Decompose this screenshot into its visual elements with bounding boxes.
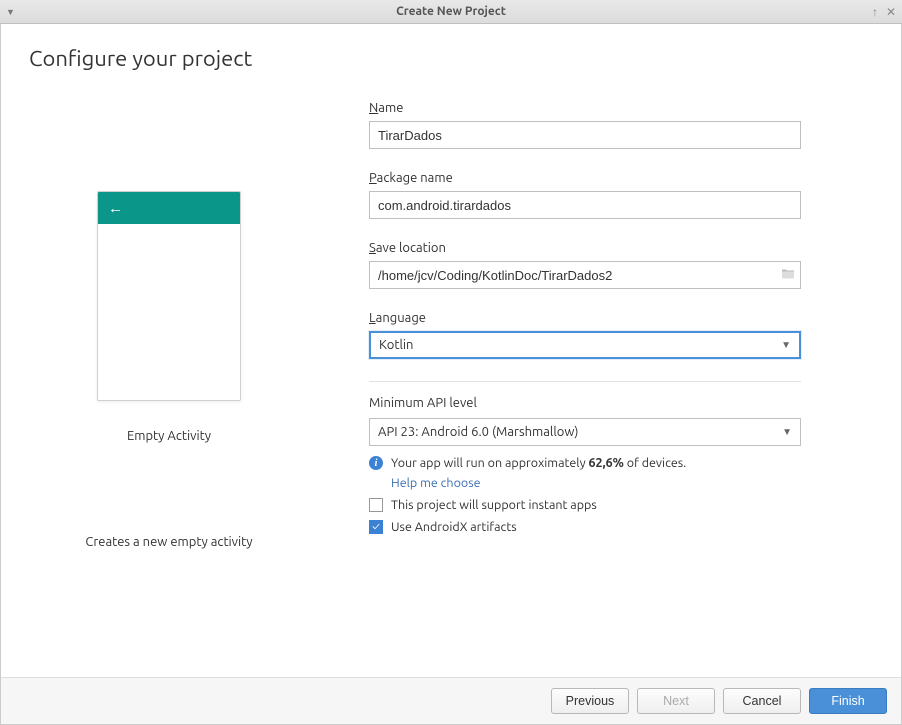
- name-input[interactable]: [369, 121, 801, 149]
- next-button[interactable]: Next: [637, 688, 715, 714]
- previous-button[interactable]: Previous: [551, 688, 629, 714]
- androidx-label: Use AndroidX artifacts: [391, 520, 517, 534]
- window-title: Create New Project: [0, 5, 902, 18]
- min-api-select[interactable]: API 23: Android 6.0 (Marshmallow) ▼: [369, 418, 801, 446]
- cancel-button[interactable]: Cancel: [723, 688, 801, 714]
- browse-folder-icon[interactable]: [781, 268, 795, 283]
- info-icon: i: [369, 456, 383, 470]
- language-value: Kotlin: [379, 338, 413, 352]
- save-location-label: Save location: [369, 241, 801, 255]
- package-label: Package name: [369, 171, 801, 185]
- divider: [369, 381, 801, 382]
- back-arrow-icon: ←: [108, 199, 123, 217]
- window-close-icon[interactable]: ✕: [886, 5, 896, 19]
- template-description: Creates a new empty activity: [85, 535, 252, 549]
- min-api-value: API 23: Android 6.0 (Marshmallow): [378, 425, 579, 439]
- chevron-down-icon: ▼: [782, 426, 792, 438]
- device-coverage-info: Your app will run on approximately 62,6%…: [391, 456, 686, 470]
- min-api-label: Minimum API level: [369, 396, 801, 410]
- language-label: Language: [369, 311, 801, 325]
- package-input[interactable]: [369, 191, 801, 219]
- instant-apps-checkbox[interactable]: [369, 498, 383, 512]
- finish-button[interactable]: Finish: [809, 688, 887, 714]
- template-preview: ←: [97, 191, 241, 401]
- template-name: Empty Activity: [127, 429, 211, 443]
- button-bar: Previous Next Cancel Finish: [1, 677, 901, 724]
- titlebar: ▼ Create New Project ↑ ✕: [0, 0, 902, 24]
- window-menu-dropdown[interactable]: ▼: [6, 7, 15, 17]
- help-me-choose-link[interactable]: Help me choose: [391, 476, 481, 490]
- androidx-checkbox[interactable]: ✓: [369, 520, 383, 534]
- instant-apps-label: This project will support instant apps: [391, 498, 597, 512]
- chevron-down-icon: ▼: [781, 339, 791, 351]
- name-label: Name: [369, 101, 801, 115]
- page-heading: Configure your project: [29, 46, 873, 71]
- window-minimize-icon[interactable]: ↑: [872, 5, 878, 19]
- language-select[interactable]: Kotlin ▼: [369, 331, 801, 359]
- save-location-input[interactable]: [369, 261, 801, 289]
